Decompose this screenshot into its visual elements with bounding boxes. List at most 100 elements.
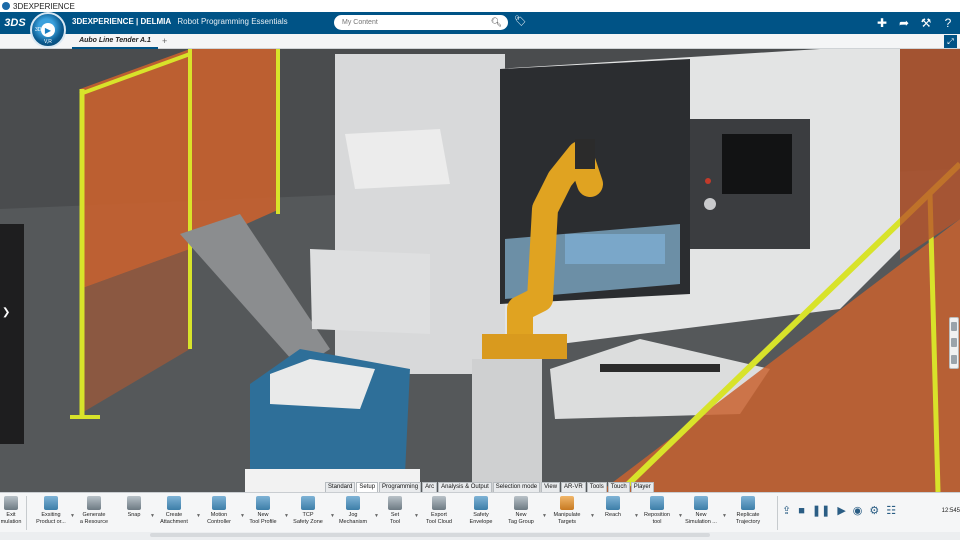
help-icon[interactable]: ? bbox=[940, 14, 956, 32]
tools-icon[interactable]: ⚒ bbox=[918, 14, 934, 32]
player-controls: ⇪ ■ ❚❚ ▶ ◉ ⚙ ☷ bbox=[782, 493, 896, 518]
tab-standard[interactable]: Standard bbox=[325, 482, 356, 492]
reach-button[interactable]: Reach ▼ bbox=[591, 493, 639, 519]
3dexperience-app-icon bbox=[2, 2, 10, 10]
add-tab-button[interactable]: + bbox=[162, 36, 167, 46]
search-input[interactable] bbox=[342, 19, 482, 26]
set-tool-icon bbox=[388, 496, 402, 510]
top-bar: 3DS 3DEXPERIENCE | DELMIA Robot Programm… bbox=[0, 12, 960, 34]
expand-left-panel-icon[interactable]: ❯ bbox=[2, 307, 10, 318]
share-icon[interactable]: ➦ bbox=[896, 14, 912, 32]
command-label: TCP Safety Zone bbox=[293, 512, 323, 525]
compass-play-icon[interactable]: ▶ bbox=[41, 23, 55, 37]
safety-envelope-icon bbox=[474, 496, 488, 510]
tab-selection-mode[interactable]: Selection mode bbox=[492, 482, 541, 492]
command-label: Motion Controller bbox=[207, 512, 231, 525]
new-tag-group-button[interactable]: New Tag Group ▼ bbox=[499, 493, 547, 525]
scene-render bbox=[0, 49, 960, 492]
separator bbox=[777, 496, 778, 530]
command-label: Create Attachment bbox=[160, 512, 188, 525]
tab-programming[interactable]: Programming bbox=[379, 482, 422, 492]
motion-controller-icon bbox=[212, 496, 226, 510]
command-label: Reach bbox=[605, 512, 621, 518]
compass-button[interactable]: 3D ▶ V,R bbox=[30, 12, 66, 48]
command-label: Jog Mechanism bbox=[338, 512, 368, 525]
right-tool-1-icon[interactable] bbox=[951, 321, 957, 331]
command-label: Manipulate Targets bbox=[553, 512, 581, 525]
replicate-trajectory-icon bbox=[741, 496, 755, 510]
existing-product-button[interactable]: Exsiting Product or... ▼ bbox=[31, 493, 75, 525]
manipulate-targets-icon bbox=[560, 496, 574, 510]
app-window: 3DEXPERIENCE 3DS 3DEXPERIENCE | DELMIA R… bbox=[0, 0, 960, 540]
top-actions: ✚ ➦ ⚒ ? bbox=[874, 14, 956, 32]
command-label: New Simulation ... bbox=[685, 512, 717, 525]
clock-readout: 12:545 bbox=[941, 508, 960, 514]
plus-icon[interactable]: ✚ bbox=[874, 14, 890, 32]
command-label: Reposition tool bbox=[644, 512, 670, 525]
fullscreen-icon[interactable]: ⤢ bbox=[944, 35, 957, 48]
reposition-tool-button[interactable]: Reposition tool ▼ bbox=[635, 493, 683, 525]
brand-title: 3DEXPERIENCE | DELMIA Robot Programming … bbox=[72, 17, 288, 26]
reposition-tool-icon bbox=[650, 496, 664, 510]
exit-icon bbox=[4, 496, 18, 510]
safety-envelope-button[interactable]: Safety Envelope bbox=[463, 493, 499, 525]
tcp-safety-zone-button[interactable]: TCP Safety Zone ▼ bbox=[285, 493, 335, 525]
tab-touch[interactable]: Touch bbox=[607, 482, 630, 492]
command-label: Exsiting Product or... bbox=[36, 512, 66, 525]
tag-group-icon bbox=[514, 496, 528, 510]
search-icon[interactable]: 🔍︎ bbox=[491, 17, 502, 28]
command-label: Replicate Trajectory bbox=[735, 512, 761, 525]
ds-logo-icon[interactable]: 3DS bbox=[0, 12, 30, 34]
play-icon[interactable]: ▶ bbox=[837, 504, 845, 517]
grid-icon[interactable]: ☷ bbox=[886, 504, 896, 517]
command-label: Generate a Resource bbox=[79, 512, 109, 525]
brand-platform: 3DEXPERIENCE | DELMIA bbox=[72, 17, 172, 26]
motion-controller-button[interactable]: Motion Controller ▼ bbox=[197, 493, 245, 525]
new-tool-profile-button[interactable]: New Tool Profile ▼ bbox=[241, 493, 289, 525]
tab-view[interactable]: View bbox=[541, 482, 561, 492]
command-label: Exit mulation bbox=[0, 512, 22, 525]
tab-player[interactable]: Player bbox=[630, 482, 654, 492]
command-label: Export Tool Cloud bbox=[426, 512, 452, 525]
tag-icon[interactable]: 🏷︎ bbox=[514, 16, 527, 27]
export-icon[interactable]: ⇪ bbox=[782, 504, 791, 517]
new-simulation-icon bbox=[694, 496, 708, 510]
action-bar-scrollbar[interactable] bbox=[150, 533, 710, 537]
os-titlebar: 3DEXPERIENCE bbox=[0, 0, 960, 12]
tab-aubo-line-tender[interactable]: Aubo Line Tender A.1 bbox=[72, 34, 158, 49]
search-box[interactable]: 🔍︎ bbox=[334, 15, 508, 30]
tab-tools[interactable]: Tools bbox=[586, 482, 607, 492]
tab-ar-vr[interactable]: AR-VR bbox=[561, 482, 586, 492]
tab-analysis-output[interactable]: Analysis & Output bbox=[438, 482, 492, 492]
create-attachment-button[interactable]: Create Attachment ▼ bbox=[151, 493, 201, 525]
reach-icon bbox=[606, 496, 620, 510]
command-label: Set Tool bbox=[389, 512, 401, 525]
exit-simulation-button[interactable]: Exit mulation bbox=[0, 493, 22, 525]
manipulate-targets-button[interactable]: Manipulate Targets ▼ bbox=[543, 493, 595, 525]
export-tool-cloud-icon bbox=[432, 496, 446, 510]
settings-icon[interactable]: ⚙ bbox=[869, 504, 879, 517]
tab-setup[interactable]: Setup bbox=[356, 482, 379, 492]
snap-button[interactable]: Snap ▼ bbox=[117, 493, 155, 519]
compass-icon[interactable]: ◉ bbox=[853, 504, 863, 517]
tcp-safety-zone-icon bbox=[301, 496, 315, 510]
app-name: Robot Programming Essentials bbox=[177, 17, 288, 26]
tab-arc[interactable]: Arc bbox=[422, 482, 438, 492]
os-window-title: 3DEXPERIENCE bbox=[13, 1, 75, 11]
right-tool-2-icon[interactable] bbox=[951, 338, 957, 348]
existing-product-icon bbox=[44, 496, 58, 510]
stop-icon[interactable]: ■ bbox=[798, 505, 805, 517]
new-simulation-button[interactable]: New Simulation ... ▼ bbox=[679, 493, 727, 525]
3d-viewport[interactable]: ❯ bbox=[0, 49, 960, 492]
jog-mechanism-button[interactable]: Jog Mechanism ▼ bbox=[331, 493, 379, 525]
attachment-icon bbox=[167, 496, 181, 510]
export-tool-cloud-button[interactable]: Export Tool Cloud bbox=[415, 493, 463, 525]
separator bbox=[26, 496, 27, 530]
right-tool-3-icon[interactable] bbox=[951, 355, 957, 365]
set-tool-button[interactable]: Set Tool ▼ bbox=[375, 493, 419, 525]
generate-resource-button[interactable]: Generate a Resource bbox=[71, 493, 117, 525]
pause-icon[interactable]: ❚❚ bbox=[812, 504, 830, 517]
replicate-trajectory-button[interactable]: Replicate Trajectory bbox=[723, 493, 773, 525]
command-label: New Tag Group bbox=[508, 512, 534, 525]
compass-version-label: V,R bbox=[44, 39, 52, 45]
